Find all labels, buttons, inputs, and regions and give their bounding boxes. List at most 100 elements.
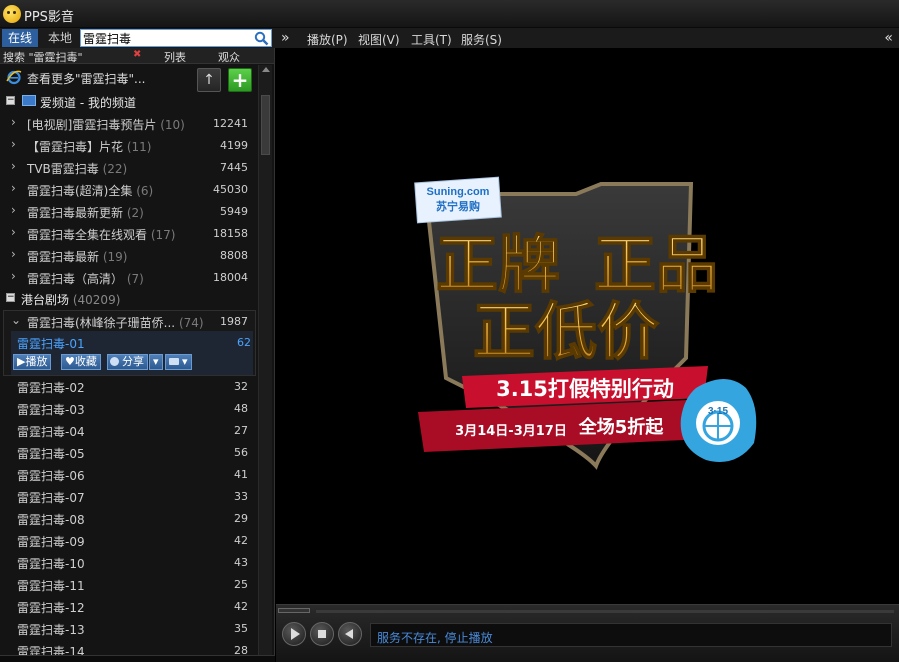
expand-right-button[interactable]: «	[884, 28, 893, 48]
channel-item[interactable]: › TVB雷霆扫毒 (22) 7445	[0, 156, 258, 178]
favorite-button[interactable]: ♥收藏	[61, 354, 101, 370]
volume-button[interactable]	[338, 622, 362, 646]
episode-row[interactable]: 雷霆扫毒-10 43	[0, 551, 258, 573]
chevron-right-icon[interactable]: ›	[11, 137, 16, 151]
episode-row[interactable]: 雷霆扫毒-13 35	[0, 617, 258, 639]
episode-row[interactable]: 雷霆扫毒-08 29	[0, 507, 258, 529]
channel-item-views: 12241	[213, 117, 248, 130]
expanded-group-row[interactable]: ⌄ 雷霆扫毒(林峰徐子珊苗侨... (74) 1987	[0, 310, 258, 332]
episode-row[interactable]: 雷霆扫毒-11 25	[0, 573, 258, 595]
chevron-right-icon[interactable]: ›	[11, 247, 16, 261]
selected-episode[interactable]: 雷霆扫毒-01 62 ▶播放 ♥收藏 分享 ▾ ▾	[11, 331, 253, 375]
advertisement-banner[interactable]: Suning.com 苏宁易购 正牌 正品 正低价 3.15打假特别行动 3月1…	[276, 48, 899, 604]
episode-row[interactable]: 雷霆扫毒-12 42	[0, 595, 258, 617]
play-button[interactable]	[282, 622, 306, 646]
tab-online[interactable]: 在线	[2, 29, 39, 47]
menu-tools[interactable]: 工具(T)	[411, 31, 452, 48]
ad-ribbon2-offer: 全场5折起	[578, 416, 665, 438]
chevron-down-icon[interactable]: ⌄	[11, 313, 21, 327]
category-hk-tw-drama[interactable]: − 港台剧场 (40209)	[0, 288, 258, 308]
channel-item-views: 18004	[213, 271, 248, 284]
channel-item[interactable]: › 雷霆扫毒(超清)全集 (6) 45030	[0, 178, 258, 200]
more-results-link[interactable]: 查看更多"雷霆扫毒"...	[27, 70, 145, 87]
share-dropdown-button[interactable]: ▾	[149, 354, 163, 370]
episode-views: 42	[234, 534, 248, 547]
episode-views: 27	[234, 424, 248, 437]
menu-view[interactable]: 视图(V)	[358, 31, 400, 48]
share-button[interactable]: 分享	[107, 354, 148, 370]
clear-search-icon[interactable]: ✖	[133, 49, 141, 60]
channel-item-name: 雷霆扫毒全集在线观看 (17)	[27, 228, 176, 242]
channel-item-name: 雷霆扫毒(超清)全集 (6)	[27, 184, 154, 198]
chevron-right-icon[interactable]: ›	[11, 159, 16, 173]
list-header: 搜索 "雷霆扫毒" ✖ 列表 观众	[0, 48, 274, 65]
episode-row[interactable]: 雷霆扫毒-02 32	[0, 375, 258, 397]
menu-service[interactable]: 服务(S)	[461, 31, 502, 48]
column-views[interactable]: 观众	[218, 49, 240, 65]
scroll-up-icon[interactable]	[262, 67, 270, 72]
episode-row[interactable]: 雷霆扫毒-09 42	[0, 529, 258, 551]
channel-item[interactable]: › 雷霆扫毒最新更新 (2) 5949	[0, 200, 258, 222]
suning-badge: Suning.com 苏宁易购	[414, 176, 502, 224]
channel-item[interactable]: › 雷霆扫毒全集在线观看 (17) 18158	[0, 222, 258, 244]
episode-row[interactable]: 雷霆扫毒-06 41	[0, 463, 258, 485]
chevron-right-icon[interactable]: ›	[11, 115, 16, 129]
channel-item[interactable]: › 雷霆扫毒最新 (19) 8808	[0, 244, 258, 266]
episode-name: 雷霆扫毒-13	[17, 623, 85, 637]
list-scrollbar[interactable]	[258, 65, 272, 662]
episode-row[interactable]: 雷霆扫毒-04 27	[0, 419, 258, 441]
channel-item[interactable]: › 【雷霆扫毒】片花 (11) 4199	[0, 134, 258, 156]
seek-grip-handle[interactable]	[278, 608, 310, 613]
title-bar: PPS影音	[0, 0, 899, 28]
category-my-channel[interactable]: − 爱频道 - 我的频道	[0, 91, 258, 111]
chevron-right-icon[interactable]: ›	[11, 269, 16, 283]
episode-name: 雷霆扫毒-01	[17, 337, 85, 351]
episode-views: 42	[234, 600, 248, 613]
channel-item-name: 雷霆扫毒最新更新 (2)	[27, 206, 144, 220]
search-result-label: 搜索 "雷霆扫毒"	[3, 51, 83, 64]
video-area[interactable]: Suning.com 苏宁易购 正牌 正品 正低价 3.15打假特别行动 3月1…	[276, 48, 899, 604]
episode-views: 48	[234, 402, 248, 415]
menu-play[interactable]: 播放(P)	[307, 31, 348, 48]
group-name: 雷霆扫毒(林峰徐子珊苗侨... (74)	[27, 316, 204, 330]
episode-row[interactable]: 雷霆扫毒-07 33	[0, 485, 258, 507]
collapse-toggle-icon[interactable]: −	[6, 293, 15, 302]
share-icon	[110, 357, 119, 366]
up-arrow-button[interactable]: ↑	[197, 68, 221, 92]
collapse-toggle-icon[interactable]: −	[6, 96, 15, 105]
search-icon[interactable]	[254, 31, 269, 46]
ad-line2: 正低价	[473, 295, 659, 368]
chevron-right-icon[interactable]: ›	[11, 203, 16, 217]
svg-text:3·15: 3·15	[708, 406, 728, 417]
channel-item-views: 45030	[213, 183, 248, 196]
episode-row[interactable]: 雷霆扫毒-05 56	[0, 441, 258, 463]
add-button[interactable]: +	[228, 68, 252, 92]
stop-button[interactable]	[310, 622, 334, 646]
comment-button[interactable]: ▾	[165, 354, 192, 370]
chevron-right-icon[interactable]: ›	[11, 181, 16, 195]
tab-local[interactable]: 本地	[42, 29, 78, 47]
category-label: 爱频道 - 我的频道	[40, 96, 136, 110]
scrollbar-thumb[interactable]	[261, 95, 270, 155]
channel-item[interactable]: › [电视剧]雷霆扫毒预告片 (10) 12241	[0, 112, 258, 134]
column-list[interactable]: 列表	[164, 49, 186, 65]
play-episode-button[interactable]: ▶播放	[13, 354, 52, 370]
channel-item-name: 雷霆扫毒（高清） (7)	[27, 272, 144, 286]
channel-item-views: 4199	[220, 139, 248, 152]
search-box	[80, 29, 272, 47]
episode-name: 雷霆扫毒-08	[17, 513, 85, 527]
channel-item-name: [电视剧]雷霆扫毒预告片 (10)	[27, 118, 185, 132]
episode-name: 雷霆扫毒-04	[17, 425, 85, 439]
collapse-panel-button[interactable]: »	[281, 28, 290, 48]
group-views: 1987	[220, 315, 248, 328]
episode-views: 41	[234, 468, 248, 481]
episode-row[interactable]: 雷霆扫毒-03 48	[0, 397, 258, 419]
episode-views: 33	[234, 490, 248, 503]
channel-item-views: 5949	[220, 205, 248, 218]
seek-bar[interactable]	[316, 610, 894, 613]
channel-item-name: TVB雷霆扫毒 (22)	[27, 162, 128, 176]
chevron-right-icon[interactable]: ›	[11, 225, 16, 239]
channel-item-views: 8808	[220, 249, 248, 262]
channel-item[interactable]: › 雷霆扫毒（高清） (7) 18004	[0, 266, 258, 288]
search-input[interactable]	[83, 31, 253, 46]
